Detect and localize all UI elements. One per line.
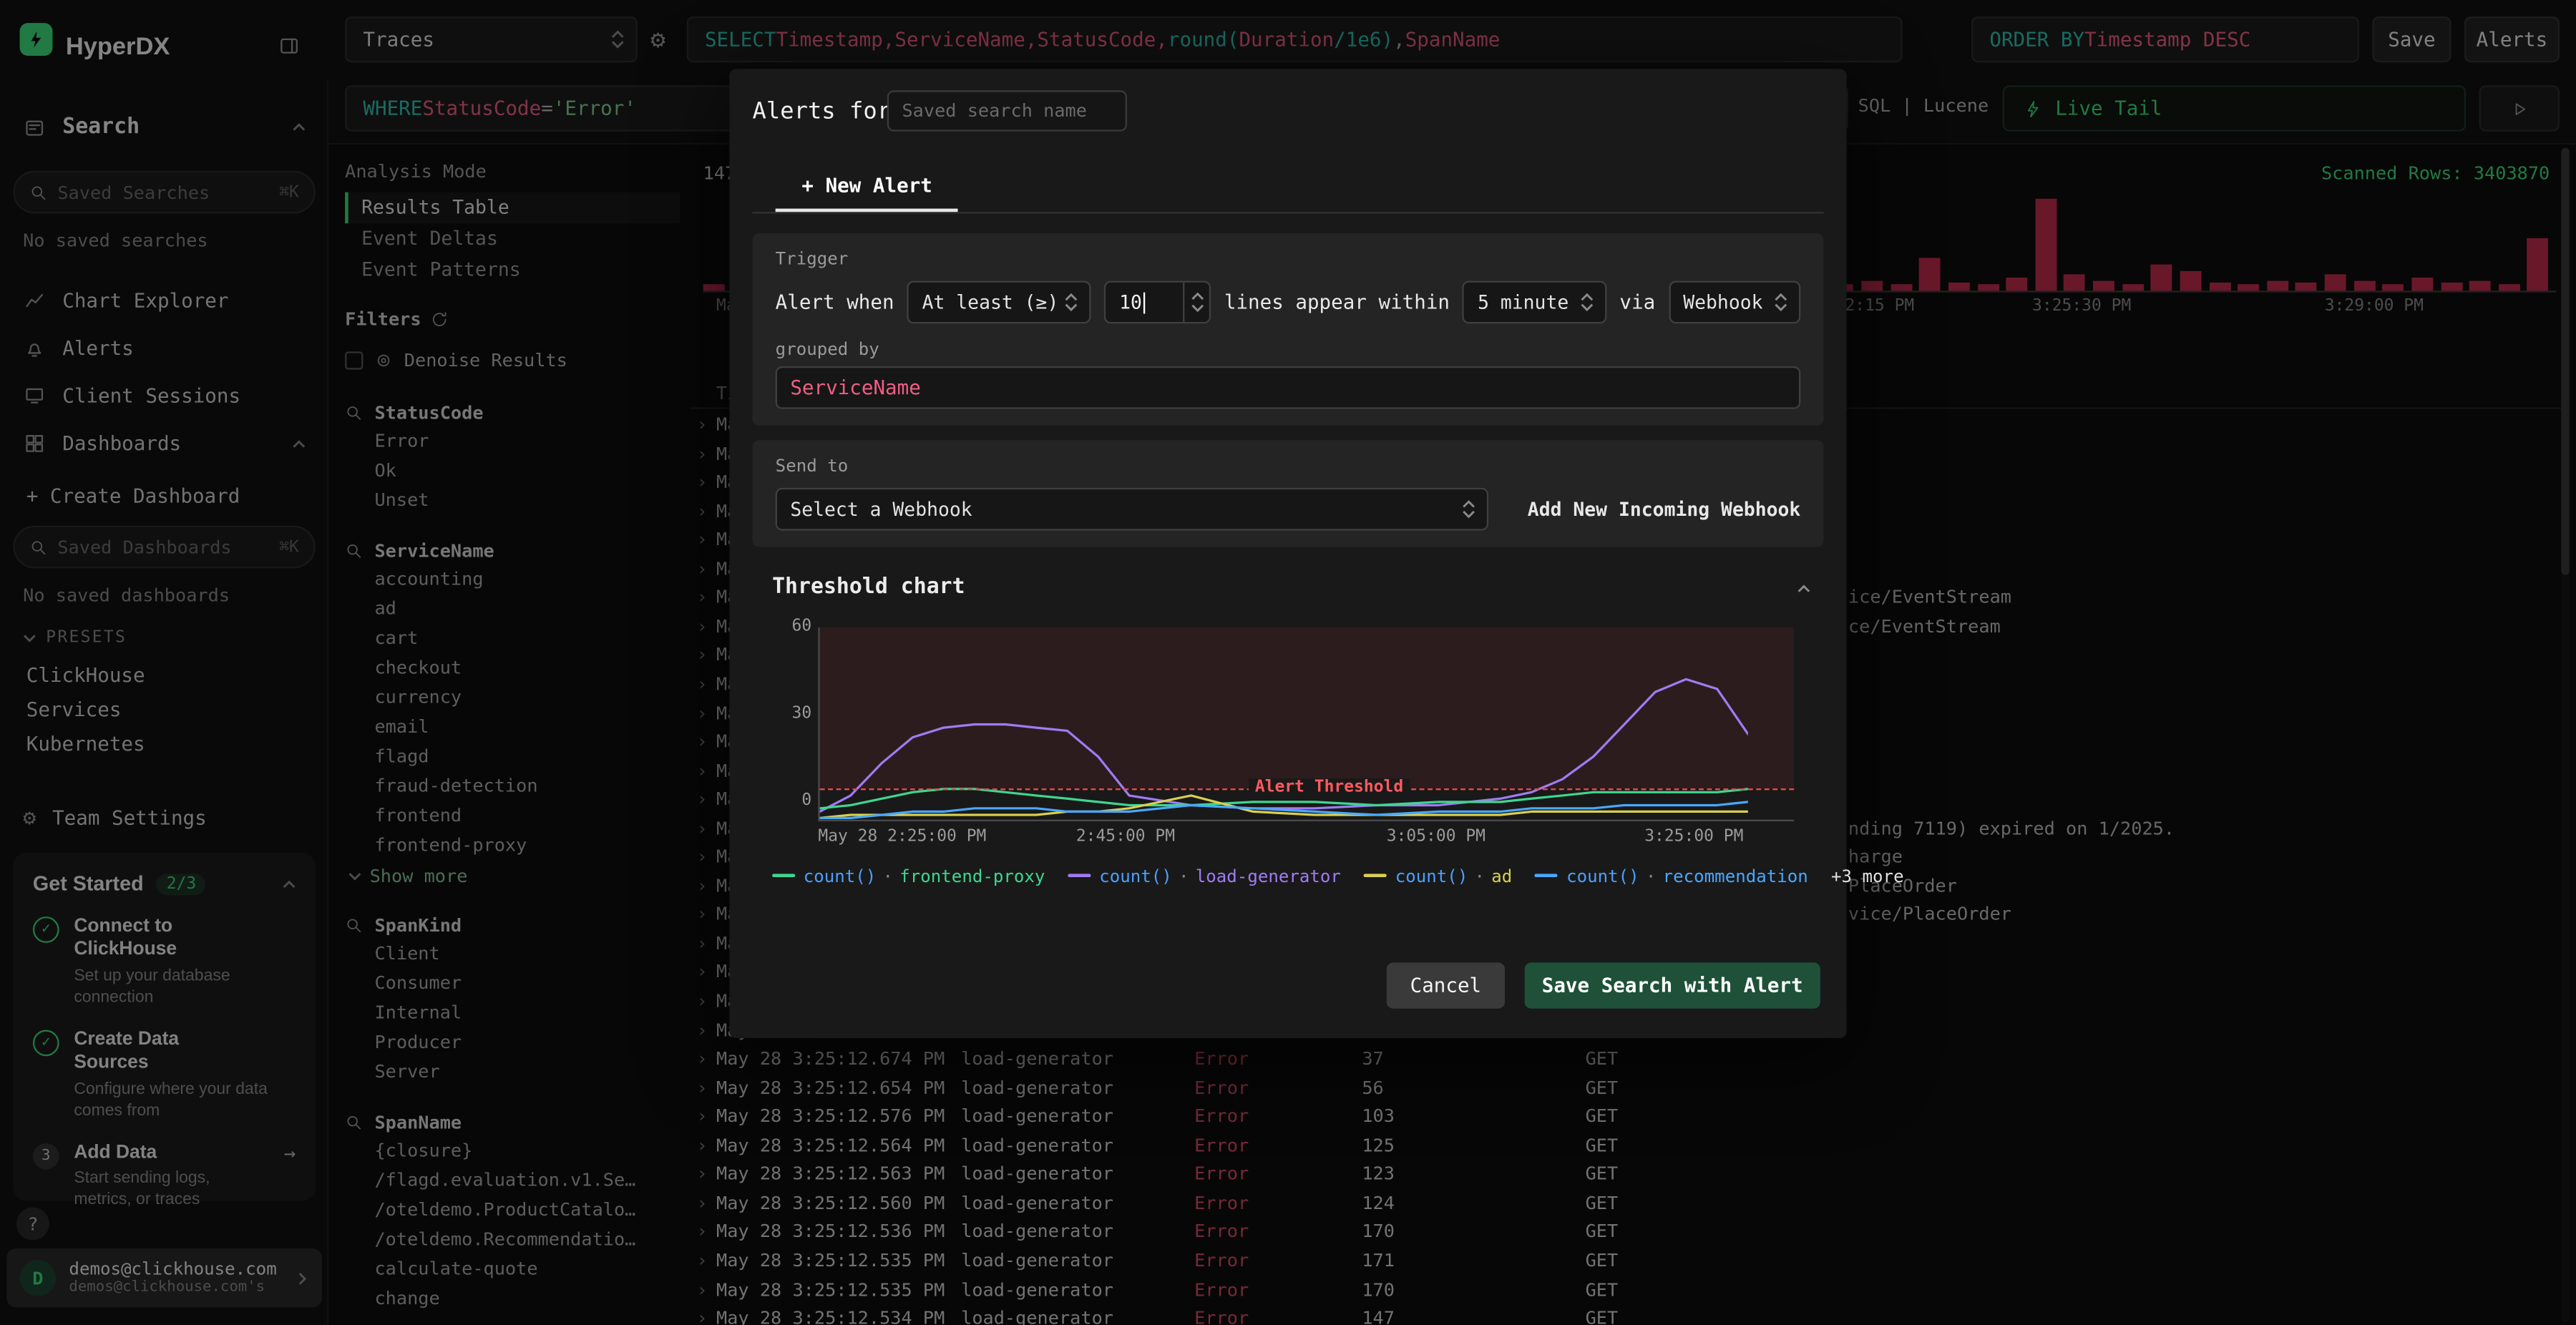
y-tick: 60 — [791, 617, 812, 636]
legend-item[interactable]: count() · recommendation — [1535, 867, 1808, 887]
y-tick: 0 — [801, 791, 812, 810]
saved-search-name-input[interactable] — [887, 90, 1128, 132]
grouped-by-label: grouped by — [775, 340, 879, 360]
send-to-label: Send to — [775, 456, 849, 476]
chevron-up-down-icon — [1065, 293, 1078, 312]
threshold-chart: 60 30 0 Alert Threshold May 28 2:25:00 P… — [772, 617, 1904, 906]
lines-appear-label: lines appear within — [1224, 290, 1450, 314]
chart-plot-area: Alert Threshold — [818, 627, 1795, 821]
number-stepper[interactable] — [1183, 282, 1209, 323]
group-by-input[interactable]: ServiceName — [775, 366, 1801, 409]
tab-new-alert[interactable]: + New Alert — [775, 167, 959, 212]
legend-item[interactable]: count() · frontend-proxy — [772, 867, 1045, 887]
x-tick: May 28 2:25:00 PM — [818, 828, 987, 846]
chevron-up-down-icon — [1775, 293, 1787, 312]
collapse-chart-button[interactable] — [1797, 575, 1810, 598]
via-label: via — [1619, 290, 1656, 314]
alert-tabs: + New Alert — [752, 167, 1824, 214]
chevron-up-down-icon — [1580, 293, 1593, 312]
save-search-with-alert-button[interactable]: Save Search with Alert — [1524, 962, 1820, 1009]
trigger-label: Trigger — [775, 249, 849, 270]
channel-select[interactable]: Webhook — [1668, 280, 1801, 324]
x-tick: 3:05:00 PM — [1386, 828, 1486, 846]
chevron-up-down-icon — [1462, 500, 1475, 519]
legend-dash-icon — [772, 874, 796, 878]
x-tick: 2:45:00 PM — [1075, 828, 1176, 846]
alert-threshold-line: Alert Threshold — [819, 779, 1795, 798]
threshold-chart-title: Threshold chart — [772, 575, 965, 600]
cancel-button[interactable]: Cancel — [1386, 962, 1506, 1009]
trigger-section: Trigger Alert when At least (≥) 10 lines… — [752, 233, 1824, 426]
modal-footer: Cancel Save Search with Alert — [753, 962, 1820, 1009]
threshold-count-input[interactable]: 10 — [1104, 280, 1211, 324]
comparator-select[interactable]: At least (≥) — [907, 280, 1092, 324]
send-to-section: Send to Select a Webhook Add New Incomin… — [752, 440, 1824, 547]
legend-dash-icon — [1535, 874, 1558, 878]
hyperdx-app: HyperDX Traces ⚙ SELECT Timestamp,Servic… — [0, 0, 2576, 1325]
add-webhook-button[interactable]: Add New Incoming Webhook — [1528, 498, 1801, 521]
y-tick: 30 — [791, 704, 812, 723]
alert-threshold-label: Alert Threshold — [1248, 779, 1410, 798]
legend-item[interactable]: count() · ad — [1364, 867, 1512, 887]
chart-legend: count() · frontend-proxy count() · load-gener… — [772, 867, 1904, 887]
time-window-select[interactable]: 5 minute — [1463, 280, 1607, 324]
alert-modal: Alerts for + New Alert Trigger Alert whe… — [729, 69, 1904, 1039]
alert-when-label: Alert when — [775, 290, 894, 314]
modal-title: Alerts for — [752, 98, 892, 125]
webhook-select[interactable]: Select a Webhook — [775, 487, 1489, 531]
text-caret — [1143, 291, 1146, 313]
legend-more[interactable]: +3 more — [1831, 867, 1904, 887]
x-tick: 3:25:00 PM — [1644, 828, 1744, 846]
legend-dash-icon — [1364, 874, 1387, 878]
legend-dash-icon — [1068, 874, 1091, 878]
legend-item[interactable]: count() · load-generator — [1068, 867, 1341, 887]
